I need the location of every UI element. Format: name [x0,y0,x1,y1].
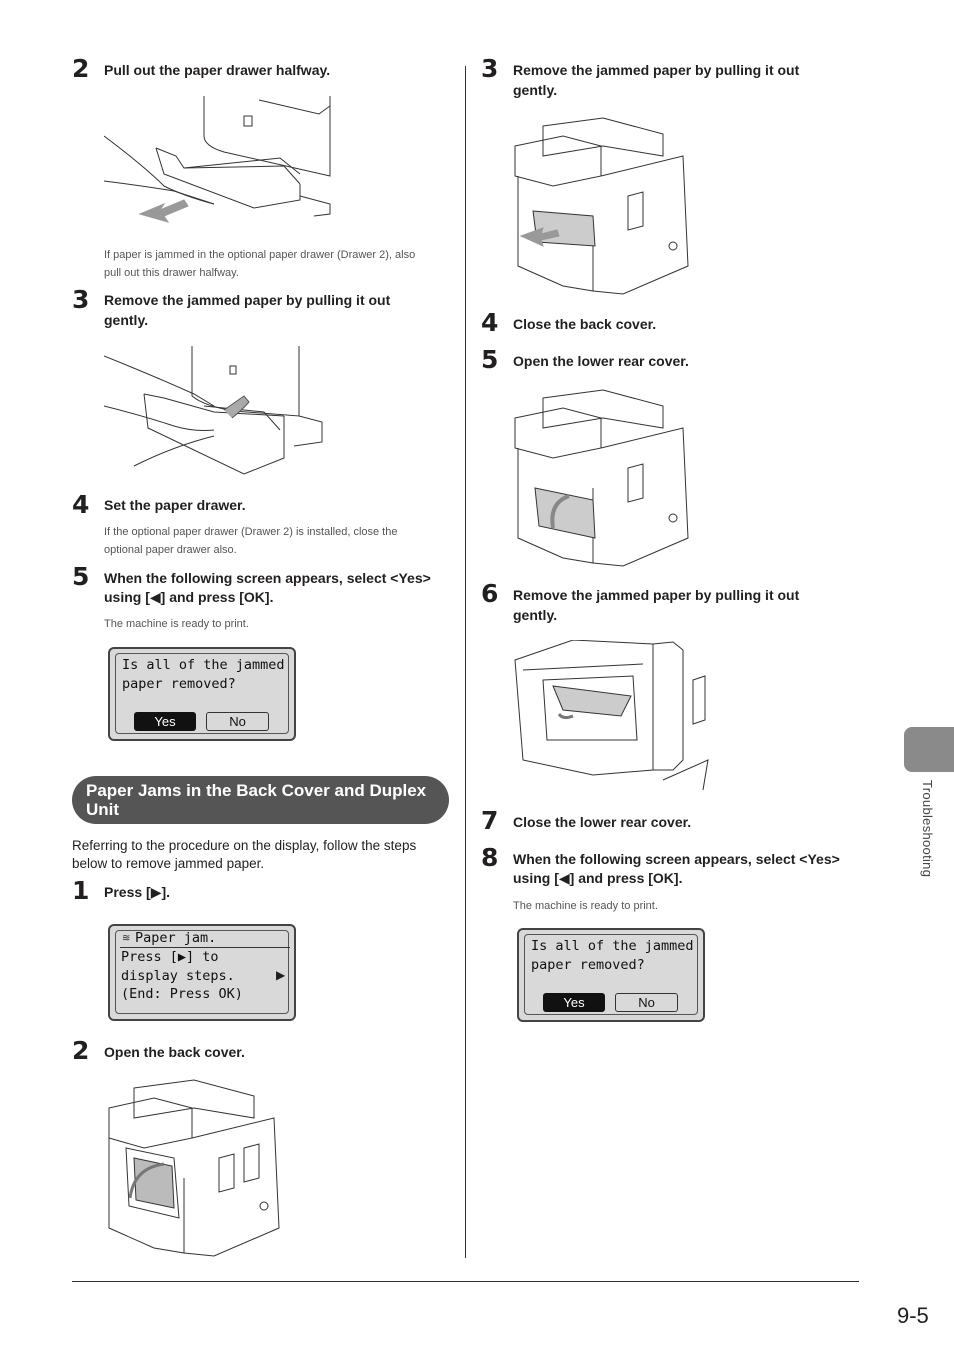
lcd-line: paper removed? [122,675,236,692]
remove-paper-duplex-illustration [514,640,709,791]
step-title: Remove the jammed paper by pulling it ou… [104,292,391,308]
no-button[interactable]: No [206,712,269,731]
step-note: pull out this drawer halfway. [104,267,239,279]
step-number: 3 [72,285,90,314]
section-title-line: Paper Jams in the Back Cover and Duplex [86,781,427,800]
lcd-message: Is all of the jammed paper removed? [531,937,694,974]
step-note: The machine is ready to print. [513,900,658,912]
step-text-part: Press [ [104,884,151,900]
step-title: using [◀] and press [OK]. [513,869,682,889]
left-arrow-icon: ◀ [149,589,161,605]
lcd-line: display steps. [121,967,235,984]
open-lower-rear-cover-illustration [514,389,689,567]
remove-jammed-paper-illustration [104,346,323,475]
step-number: 7 [481,806,499,835]
section-intro: below to remove jammed paper. [72,856,265,871]
step-number: 5 [481,345,499,374]
step-number: 6 [481,579,499,608]
lcd-line: paper removed? [531,956,645,973]
step-number: 3 [481,54,499,83]
left-arrow-icon: ◀ [558,870,570,886]
step-note: If the optional paper drawer (Drawer 2) … [104,526,398,538]
lcd-line: Press [▶] to [121,949,219,965]
step-text-part: using [ [513,870,559,886]
footer-rule [72,1281,859,1282]
yes-button[interactable]: Yes [543,993,605,1012]
step-number: 4 [481,308,499,337]
step-note: optional paper drawer also. [104,544,237,556]
next-arrow-icon: ▶ [276,968,286,982]
section-intro: Referring to the procedure on the displa… [72,838,417,853]
yes-button[interactable]: Yes [134,712,196,731]
step-title: Close the lower rear cover. [513,814,692,830]
step-note: If paper is jammed in the optional paper… [104,249,416,261]
section-heading: Paper Jams in the Back Cover and Duplex … [72,776,449,824]
right-arrow-icon: ▶ [150,884,162,900]
lcd-screen-confirm: Is all of the jammed paper removed? Yes … [517,928,705,1022]
chapter-tab [904,727,954,772]
chapter-label: Troubleshooting [920,780,935,878]
step-number: 4 [72,490,90,519]
step-title: Close the back cover. [513,316,657,332]
step-title: Remove the jammed paper by pulling it ou… [513,62,800,78]
step-title: gently. [104,312,149,328]
lcd-screen-paper-jam: ≋ Paper jam. Press [▶] to display steps.… [108,924,296,1021]
paper-drawer-pull-illustration [104,96,331,223]
step-title: gently. [513,607,558,623]
lcd-line: Paper jam. [135,930,217,946]
step-title: When the following screen appears, selec… [513,851,840,867]
paper-jam-icon: ≋ [122,933,131,944]
step-number: 5 [72,562,90,591]
lcd-line: (End: Press OK) [121,986,243,1002]
step-title: using [◀] and press [OK]. [104,588,273,608]
column-divider [465,66,466,1258]
step-text-part: ] and press [OK]. [569,870,683,886]
lcd-screen-confirm: Is all of the jammed paper removed? Yes … [108,647,296,741]
lcd-message: Is all of the jammed paper removed? [122,656,285,693]
step-title: When the following screen appears, selec… [104,570,431,586]
lcd-line: Is all of the jammed [122,657,285,673]
step-number: 8 [481,843,499,872]
section-title-line: Unit [86,800,120,819]
step-note: The machine is ready to print. [104,618,249,630]
step-title: Open the lower rear cover. [513,353,689,369]
step-title: Remove the jammed paper by pulling it ou… [513,587,800,603]
open-back-cover-illustration [108,1079,280,1257]
step-title: gently. [513,82,558,98]
step-number: 2 [72,1036,90,1065]
step-text-part: using [ [104,589,150,605]
step-number: 2 [72,54,90,83]
step-number: 1 [72,876,90,905]
lcd-line: Is all of the jammed [531,938,694,954]
remove-paper-back-cover-illustration [514,117,689,295]
step-title: Press [▶]. [104,883,170,903]
page-number: 9-5 [897,1303,929,1328]
no-button[interactable]: No [615,993,678,1012]
step-text-part: ]. [161,884,171,900]
lcd-message: Press [▶] to display steps. (End: Press … [121,948,243,1004]
step-title: Set the paper drawer. [104,497,246,513]
step-text-part: ] and press [OK]. [160,589,274,605]
step-title: Open the back cover. [104,1044,245,1060]
step-title: Pull out the paper drawer halfway. [104,62,331,78]
